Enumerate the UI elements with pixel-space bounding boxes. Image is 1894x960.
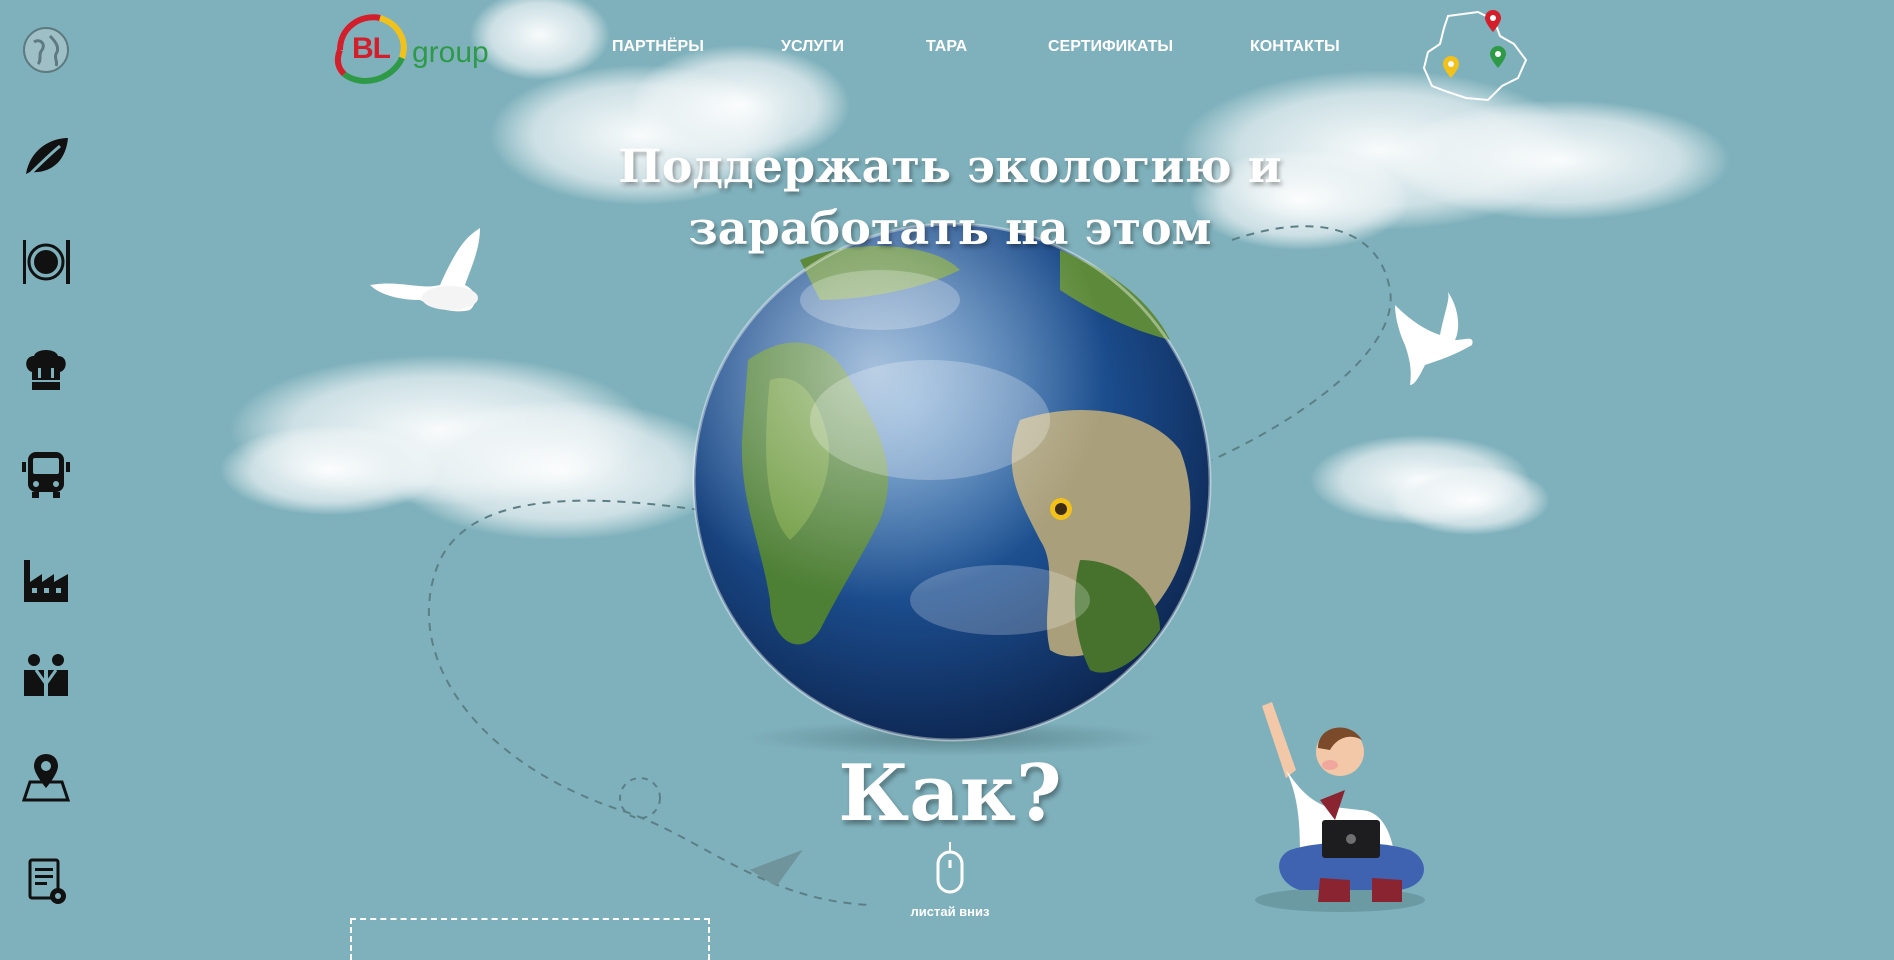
- hero-headline-line1: Поддержать экологию и: [618, 138, 1282, 193]
- cloud: [1310, 435, 1550, 535]
- person-with-laptop-illustration: [1255, 702, 1425, 912]
- hero-question: Как?: [838, 748, 1062, 839]
- dining-icon[interactable]: [20, 236, 72, 288]
- factory-icon[interactable]: [20, 554, 72, 606]
- map-pin-green-icon: [1490, 46, 1506, 68]
- sunflower-marker: [1050, 498, 1072, 520]
- partners-icon[interactable]: [20, 650, 72, 702]
- cloud: [220, 355, 730, 540]
- map-pin-icon[interactable]: [20, 752, 72, 804]
- nav-containers[interactable]: ТАРА: [926, 38, 967, 56]
- map-pin-red-icon: [1485, 10, 1501, 32]
- nav-services[interactable]: УСЛУГИ: [781, 38, 844, 56]
- dashed-path: [1211, 225, 1392, 461]
- hero-scene: BL group ПАРТНЁРЫ УСЛУГИ ТАРА СЕРТИФИКАТ…: [0, 0, 1894, 960]
- dove-illustration: [370, 228, 480, 312]
- nav-certificates[interactable]: СЕРТИФИКАТЫ: [1048, 38, 1173, 56]
- nav-contacts[interactable]: КОНТАКТЫ: [1250, 38, 1340, 56]
- paper-plane-icon: [749, 849, 803, 887]
- sidebar: [0, 0, 92, 935]
- chef-hat-icon[interactable]: [20, 342, 72, 394]
- bus-icon[interactable]: [20, 448, 72, 500]
- globe-illustration: [692, 222, 1212, 756]
- nav-partners[interactable]: ПАРТНЁРЫ: [612, 38, 704, 56]
- hero-headline-line2: заработать на этом: [688, 200, 1212, 255]
- dashed-frame: [350, 918, 710, 960]
- hero-headline: Поддержать экологию и заработать на этом: [560, 135, 1340, 259]
- certificate-icon[interactable]: [20, 856, 72, 908]
- map-pin-yellow-icon: [1443, 56, 1459, 78]
- leaf-icon[interactable]: [20, 130, 72, 182]
- main-nav: ПАРТНЁРЫ УСЛУГИ ТАРА СЕРТИФИКАТЫ КОНТАКТ…: [0, 38, 1894, 62]
- scroll-down-label: листай вниз: [910, 904, 990, 919]
- dove-illustration: [1395, 292, 1473, 385]
- mouse-icon: [936, 842, 964, 894]
- region-map-icon[interactable]: [1418, 8, 1530, 104]
- scroll-down-hint[interactable]: листай вниз: [890, 842, 1010, 922]
